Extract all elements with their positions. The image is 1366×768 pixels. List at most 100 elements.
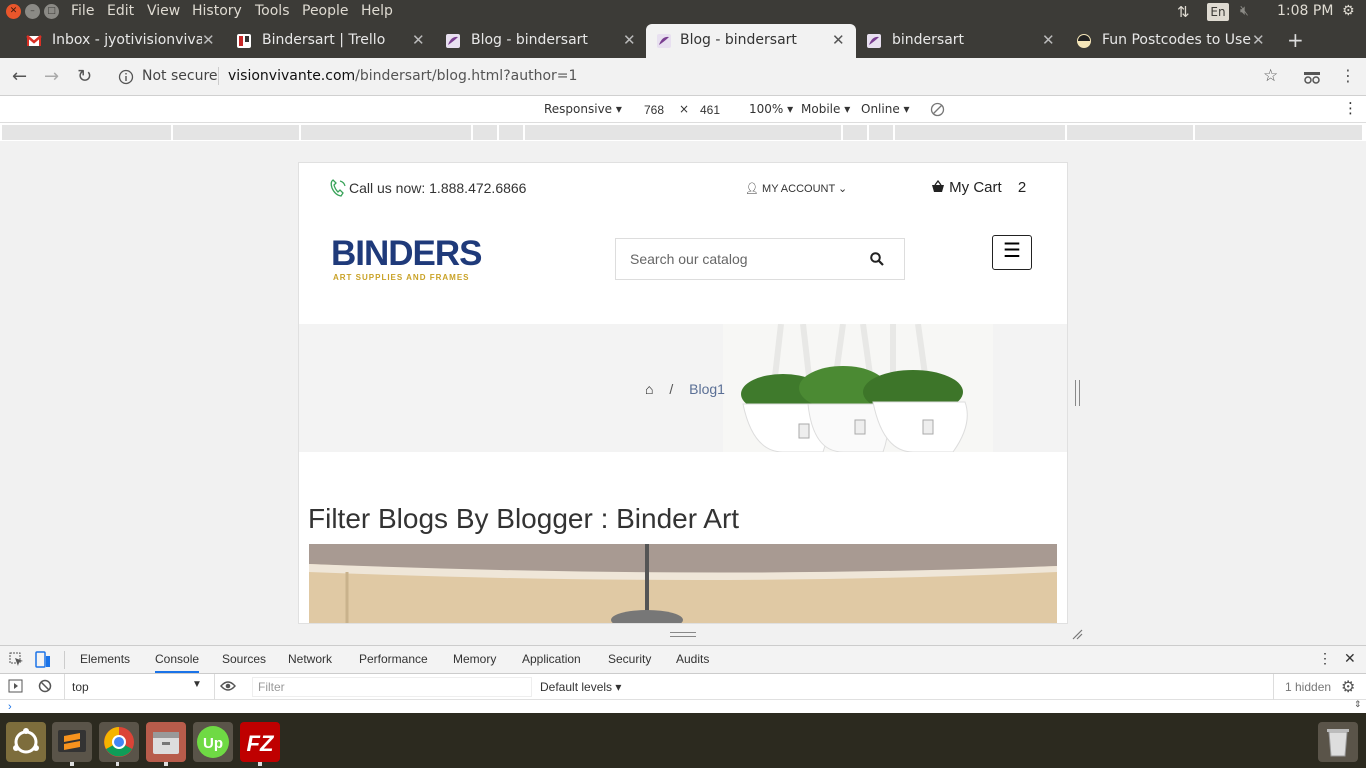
tab-trello[interactable]: Bindersart | Trello ✕ bbox=[228, 24, 436, 58]
close-tab-icon[interactable]: ✕ bbox=[1042, 31, 1055, 49]
maximize-window-button[interactable]: □ bbox=[44, 4, 59, 19]
tab-strip: Inbox - jyotivisionvivante ✕ Bindersart … bbox=[0, 24, 1366, 58]
power-gear-icon[interactable]: ⚙ bbox=[1342, 3, 1355, 19]
my-account-dropdown[interactable]: 👤︎ MY ACCOUNT ⌄ bbox=[745, 182, 847, 195]
minimize-window-button[interactable]: – bbox=[25, 4, 40, 19]
close-devtools-icon[interactable]: ✕ bbox=[1344, 650, 1356, 667]
security-status[interactable]: Not secure bbox=[142, 68, 218, 84]
mode-select[interactable]: Mobile ▾ bbox=[801, 102, 850, 116]
sublime-text-icon[interactable] bbox=[52, 722, 92, 762]
tab-console[interactable]: Console bbox=[155, 652, 200, 673]
reload-icon[interactable]: ↻ bbox=[77, 66, 92, 87]
tab-security[interactable]: Security bbox=[608, 652, 651, 666]
gmail-icon bbox=[26, 35, 42, 46]
viewport-width-input[interactable] bbox=[634, 101, 674, 119]
device-toolbar-menu-icon[interactable]: ⋮ bbox=[1343, 99, 1358, 117]
menu-people[interactable]: People bbox=[302, 3, 349, 19]
network-arrows-icon[interactable]: ⇅ bbox=[1177, 3, 1190, 21]
search-input[interactable] bbox=[630, 249, 850, 269]
hamburger-menu-button[interactable]: ☰ bbox=[992, 235, 1032, 270]
console-scroll-arrows-icon[interactable]: ⇕ bbox=[1354, 699, 1362, 710]
trash-icon[interactable] bbox=[1318, 722, 1358, 762]
tab-gmail[interactable]: Inbox - jyotivisionvivante ✕ bbox=[18, 24, 226, 58]
viewport-resize-handle-bottom[interactable] bbox=[670, 632, 696, 637]
menu-view[interactable]: View bbox=[147, 3, 180, 19]
menu-history[interactable]: History bbox=[192, 3, 242, 19]
upwork-icon[interactable]: Up bbox=[193, 722, 233, 762]
back-arrow-icon[interactable]: ← bbox=[12, 66, 27, 87]
menu-tools[interactable]: Tools bbox=[255, 3, 290, 19]
menu-bar: ✕ – □ File Edit View History Tools Peopl… bbox=[0, 0, 1366, 24]
volume-muted-icon[interactable]: 🔇︎ bbox=[1240, 3, 1249, 19]
close-tab-icon[interactable]: ✕ bbox=[1252, 31, 1265, 49]
breadcrumb-current[interactable]: Blog1 bbox=[689, 381, 725, 397]
viewport-resize-corner-icon[interactable] bbox=[1071, 628, 1083, 640]
console-sidebar-icon[interactable] bbox=[8, 679, 23, 693]
chrome-icon[interactable] bbox=[99, 722, 139, 762]
tab-application[interactable]: Application bbox=[522, 652, 581, 666]
chrome-menu-icon[interactable]: ⋮ bbox=[1340, 66, 1356, 85]
new-tab-button[interactable]: + bbox=[1287, 28, 1304, 52]
device-label: Responsive bbox=[544, 102, 613, 116]
network-throttle-select[interactable]: Online ▾ bbox=[861, 102, 910, 116]
chevron-down-icon: ⌄ bbox=[838, 183, 848, 195]
close-tab-icon[interactable]: ✕ bbox=[412, 31, 425, 49]
console-settings-gear-icon[interactable]: ⚙ bbox=[1341, 677, 1355, 697]
home-icon[interactable]: ⌂ bbox=[645, 381, 653, 397]
binders-logo[interactable]: BINDERS ART SUPPLIES AND FRAMES bbox=[331, 236, 499, 283]
files-icon[interactable] bbox=[146, 722, 186, 762]
menu-file[interactable]: File bbox=[71, 3, 94, 19]
blog-post-image[interactable] bbox=[309, 544, 1057, 624]
rotate-icon[interactable] bbox=[930, 102, 945, 117]
clock[interactable]: 1:08 PM bbox=[1277, 3, 1333, 19]
console-filter-input[interactable] bbox=[252, 677, 532, 697]
media-query-bar[interactable] bbox=[2, 125, 1364, 141]
tab-memory[interactable]: Memory bbox=[453, 652, 496, 666]
device-toolbar-toggle-icon[interactable] bbox=[35, 651, 51, 668]
tab-sources[interactable]: Sources bbox=[222, 652, 266, 666]
extension-icon[interactable] bbox=[1303, 69, 1321, 85]
tab-bindersart[interactable]: bindersart ✕ bbox=[858, 24, 1066, 58]
close-window-button[interactable]: ✕ bbox=[6, 4, 21, 19]
divider bbox=[64, 651, 65, 669]
tab-postcodes[interactable]: Fun Postcodes to Use ✕ bbox=[1068, 24, 1270, 58]
info-icon[interactable] bbox=[118, 69, 134, 85]
log-levels-select[interactable]: Default levels ▾ bbox=[540, 680, 621, 694]
tab-blog-1[interactable]: Blog - bindersart ✕ bbox=[437, 24, 645, 58]
close-tab-icon[interactable]: ✕ bbox=[623, 31, 636, 49]
dimension-separator: × bbox=[679, 102, 690, 116]
keyboard-language-indicator[interactable]: En bbox=[1207, 3, 1229, 21]
browser-toolbar: ← → ↻ Not secure visionvivante.com/binde… bbox=[0, 58, 1366, 96]
clear-console-icon[interactable] bbox=[38, 679, 52, 693]
close-tab-icon[interactable]: ✕ bbox=[832, 31, 845, 49]
svg-text:Up: Up bbox=[203, 735, 223, 752]
address-bar[interactable]: Not secure visionvivante.com/bindersart/… bbox=[112, 63, 1252, 91]
device-select[interactable]: Responsive ▾ bbox=[544, 102, 622, 116]
tab-elements[interactable]: Elements bbox=[80, 652, 130, 666]
viewport-resize-handle-right[interactable] bbox=[1075, 380, 1080, 406]
url-text[interactable]: visionvivante.com/bindersart/blog.html?a… bbox=[228, 68, 577, 84]
tab-blog-active[interactable]: Blog - bindersart ✕ bbox=[646, 24, 856, 58]
ubuntu-launcher-icon[interactable] bbox=[6, 722, 46, 762]
filezilla-icon[interactable]: FZ bbox=[240, 722, 280, 762]
zoom-select[interactable]: 100% ▾ bbox=[749, 102, 793, 116]
bookmark-star-icon[interactable]: ☆ bbox=[1263, 66, 1278, 86]
tab-audits[interactable]: Audits bbox=[676, 652, 709, 666]
menu-help[interactable]: Help bbox=[361, 3, 393, 19]
inspect-element-icon[interactable] bbox=[9, 652, 24, 667]
tab-network[interactable]: Network bbox=[288, 652, 332, 666]
viewport-height-input[interactable] bbox=[690, 101, 730, 119]
running-indicator bbox=[258, 762, 262, 766]
live-expression-eye-icon[interactable] bbox=[220, 680, 236, 692]
devtools-menu-icon[interactable]: ⋮ bbox=[1318, 650, 1332, 667]
trello-icon bbox=[237, 34, 251, 48]
context-select[interactable]: top ▼ bbox=[66, 677, 206, 697]
console-prompt-icon[interactable]: › bbox=[8, 701, 12, 713]
close-tab-icon[interactable]: ✕ bbox=[202, 31, 215, 49]
my-cart[interactable]: My Cart 2 bbox=[931, 179, 1026, 196]
my-account-label: MY ACCOUNT bbox=[762, 183, 835, 195]
menu-edit[interactable]: Edit bbox=[107, 3, 134, 19]
search-icon[interactable] bbox=[870, 252, 884, 266]
tab-performance[interactable]: Performance bbox=[359, 652, 428, 666]
forward-arrow-icon[interactable]: → bbox=[44, 66, 59, 87]
